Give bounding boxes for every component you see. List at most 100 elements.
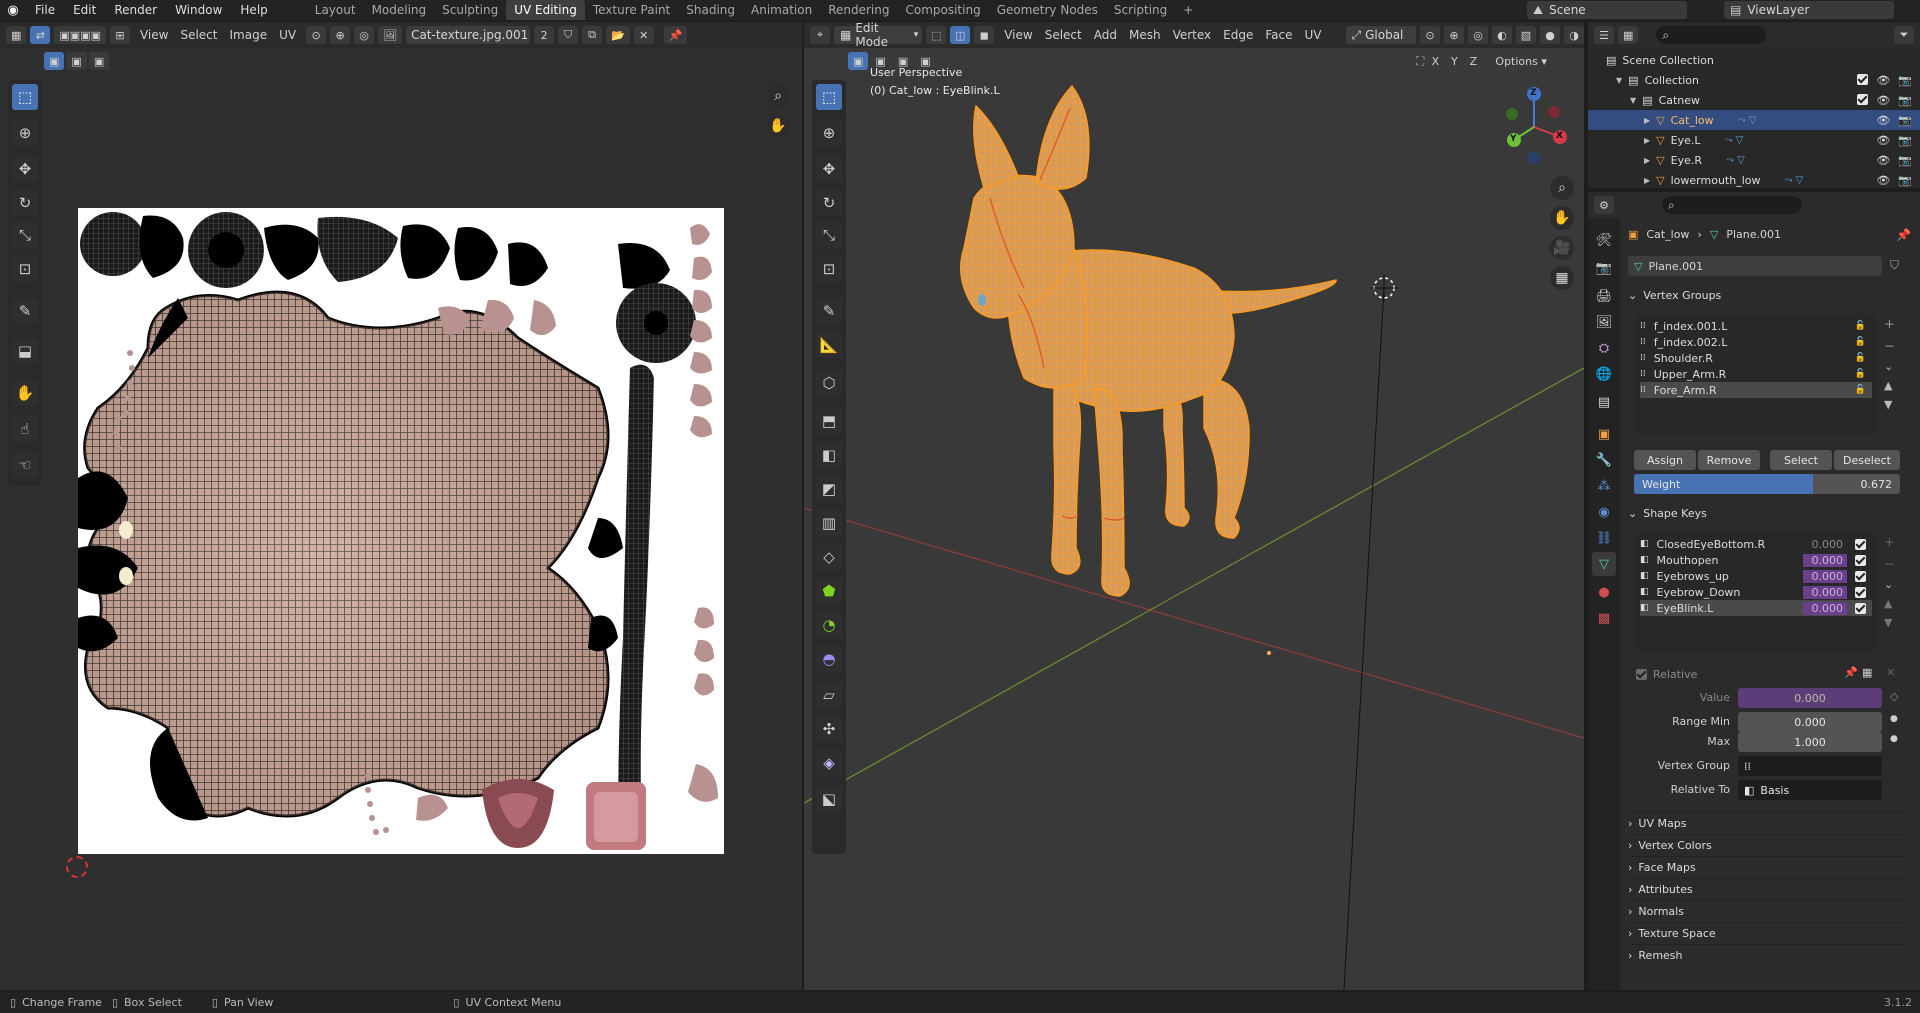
camera-icon[interactable]: 🎥 (1550, 236, 1574, 260)
move-down-button[interactable]: ▼ (1884, 616, 1895, 629)
xray-icon[interactable]: ▧ (1516, 26, 1536, 44)
close-image-icon[interactable]: ✕ (633, 26, 654, 44)
shape-key-mute-checkbox[interactable] (1855, 586, 1866, 598)
outliner-row-cat-low[interactable]: ▶ ▽ Cat_low 👁 📷 ⤳ ▽ (1588, 110, 1920, 130)
proportional-icon[interactable]: ◎ (354, 26, 375, 44)
vertex-groups-panel-header[interactable]: ⌄ Vertex Groups (1628, 284, 1908, 306)
properties-search-input[interactable]: ⌕ (1662, 196, 1802, 214)
loop-cut-tool-icon[interactable]: ▥ (816, 510, 842, 536)
menu-render[interactable]: Render (105, 0, 166, 20)
outliner-row-eye-l[interactable]: ▶ ▽ Eye.L 👁 📷 ⤳ ▽ (1588, 130, 1920, 150)
workspace-tab-compositing[interactable]: Compositing (897, 0, 988, 20)
select-box-tool-icon[interactable]: ⬚ (816, 84, 842, 110)
world-tab-icon[interactable]: 🌐 (1592, 362, 1616, 386)
smooth-tool-icon[interactable]: ◓ (816, 646, 842, 672)
outliner-search-input[interactable]: ⌕ (1656, 26, 1767, 44)
outliner-row-eye-r[interactable]: ▶ ▽ Eye.R 👁 📷 ⤳ ▽ (1588, 150, 1920, 170)
select-button[interactable]: Select (1770, 450, 1832, 470)
open-image-icon[interactable]: 📂 (606, 26, 630, 44)
vertex-group-item[interactable]: ⁞⁞ Upper_Arm.R 🔓 (1640, 366, 1872, 382)
inset-tool-icon[interactable]: ◧ (816, 442, 842, 468)
panel-header-texture-space[interactable]: › Texture Space (1628, 922, 1908, 944)
remove-vertex-group-button[interactable]: － (1884, 338, 1895, 354)
max-keyframe-icon[interactable]: ● (1890, 734, 1898, 744)
sync-selection-icon[interactable]: ⇄ (30, 26, 51, 44)
render-tab-icon[interactable]: 📷 (1592, 256, 1616, 280)
pin-icon[interactable]: 📌 (1896, 228, 1911, 242)
eye-icon[interactable]: 👁 (1876, 94, 1890, 107)
viewport-menu-face[interactable]: Face (1259, 28, 1298, 42)
fake-user-icon[interactable]: ⛉ (1890, 258, 1899, 273)
weight-slider[interactable]: Weight 0.672 (1634, 474, 1900, 494)
visibility-icons[interactable]: 👁 📷 (1857, 73, 1912, 87)
workspace-tab-layout[interactable]: Layout (307, 0, 364, 20)
output-tab-icon[interactable]: 🖨 (1592, 284, 1616, 308)
relax-tool-icon[interactable]: ☝ (12, 416, 38, 442)
shape-key-value[interactable]: 0.000 (1803, 569, 1847, 583)
uv-texture-canvas[interactable] (78, 208, 724, 854)
pin-icon[interactable]: 📌 (663, 26, 688, 44)
mesh-datablock-field[interactable]: ▽ Plane.001 (1628, 256, 1882, 276)
editor-type-icon[interactable]: ▦ (6, 26, 27, 44)
vertex-group-item[interactable]: ⁞⁞ Fore_Arm.R 🔓 (1640, 382, 1872, 398)
workspace-tab-scripting[interactable]: Scripting (1106, 0, 1175, 20)
visibility-icons[interactable]: 👁 📷 (1857, 93, 1912, 107)
menu-window[interactable]: Window (166, 0, 231, 20)
face-select-icon[interactable]: ◼ (974, 26, 995, 44)
uv-menu-uv[interactable]: UV (273, 28, 302, 42)
extend-selection-icon[interactable]: ▣ (66, 52, 87, 70)
view-layer-selector[interactable]: ▤ ViewLayer (1724, 1, 1894, 19)
shading-solid-icon[interactable]: ● (1540, 26, 1560, 44)
particles-tab-icon[interactable]: ⁂ (1592, 474, 1616, 498)
scene-selector[interactable]: ⛰ Scene (1527, 1, 1687, 19)
shape-key-pin-icon[interactable]: 📌 (1844, 666, 1858, 679)
workspace-tab-modeling[interactable]: Modeling (364, 0, 435, 20)
collection-tab-icon[interactable]: ▤ (1592, 390, 1616, 414)
shape-key-value[interactable]: 0.000 (1803, 538, 1847, 551)
viewport-menu-mesh[interactable]: Mesh (1123, 28, 1167, 42)
viewport-menu-vertex[interactable]: Vertex (1167, 28, 1218, 42)
view-layer-tab-icon[interactable]: 🖼 (1592, 310, 1616, 334)
remove-shape-key-button[interactable]: － (1884, 556, 1895, 572)
remove-button[interactable]: Remove (1698, 450, 1760, 470)
display-mode-icon[interactable]: ▦ (1618, 26, 1639, 44)
rip-region-tool-icon[interactable]: ⬕ (816, 786, 842, 812)
annotate-tool-icon[interactable]: ✎ (816, 298, 842, 324)
shape-keys-panel-header[interactable]: ⌄ Shape Keys (1628, 502, 1908, 524)
menu-file[interactable]: File (26, 0, 64, 20)
zoom-icon[interactable]: ⌕ (766, 84, 790, 108)
viewport-scene[interactable] (804, 48, 1584, 990)
camera-render-icon[interactable]: 📷 (1898, 174, 1912, 187)
image-name-field[interactable]: Cat-texture.jpg.001 (406, 26, 531, 44)
viewport-menu-edge[interactable]: Edge (1217, 28, 1259, 42)
panel-header-face-maps[interactable]: › Face Maps (1628, 856, 1908, 878)
add-cube-tool-icon[interactable]: ⬡ (816, 370, 842, 396)
shape-key-mute-checkbox[interactable] (1855, 538, 1866, 550)
move-down-button[interactable]: ▼ (1884, 398, 1895, 411)
new-image-icon[interactable]: ⧉ (582, 26, 603, 44)
modifier-tab-icon[interactable]: 🔧 (1592, 448, 1616, 472)
lock-icon[interactable]: 🔓 (1855, 369, 1866, 379)
add-shape-key-button[interactable]: ＋ (1884, 534, 1895, 550)
uv-menu-select[interactable]: Select (174, 28, 223, 42)
viewport-menu-select[interactable]: Select (1039, 28, 1088, 42)
visibility-icons[interactable]: 👁 📷 (1876, 114, 1912, 127)
transform-tool-icon[interactable]: ⊡ (816, 256, 842, 282)
visibility-icons[interactable]: 👁 📷 (1876, 154, 1912, 167)
grab-tool-icon[interactable]: ✋ (12, 380, 38, 406)
visibility-icons[interactable]: 👁 📷 (1876, 174, 1912, 187)
pivot-icon[interactable]: ⊙ (306, 26, 327, 44)
shear-tool-icon[interactable]: ◈ (816, 750, 842, 776)
viewport-menu-add[interactable]: Add (1088, 28, 1123, 42)
workspace-tab-sculpting[interactable]: Sculpting (434, 0, 506, 20)
panel-header-remesh[interactable]: › Remesh (1628, 944, 1908, 966)
exclude-checkbox[interactable] (1857, 73, 1869, 85)
menu-edit[interactable]: Edit (64, 0, 105, 20)
move-tool-icon[interactable]: ✥ (12, 156, 38, 182)
shading-material-icon[interactable]: ◑ (1564, 26, 1584, 44)
overlay-icon[interactable]: ◐ (1492, 26, 1512, 44)
new-selection-icon[interactable]: ▣ (44, 52, 65, 70)
mode-selector[interactable]: ▦ Edit Mode ▾ (834, 22, 923, 49)
data-tab-icon[interactable]: ▽ (1592, 552, 1616, 576)
rotate-tool-icon[interactable]: ↻ (12, 190, 38, 216)
